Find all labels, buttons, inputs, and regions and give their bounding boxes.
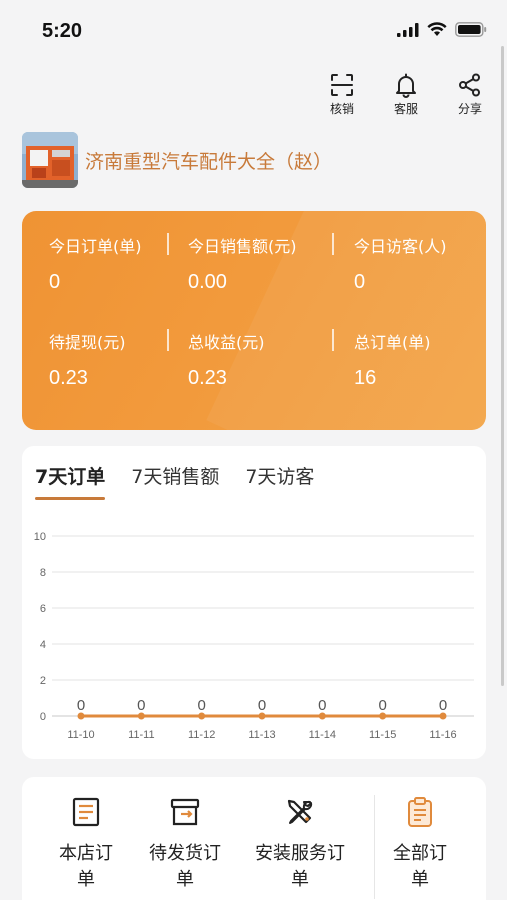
stat-label: 今日访客(人): [354, 237, 447, 256]
verify-button[interactable]: 核销: [323, 72, 361, 117]
stat-total-income[interactable]: 总收益(元) 0.23: [188, 329, 265, 390]
stat-pending-withdraw[interactable]: 待提现(元) 0.23: [49, 329, 126, 390]
x-tick-label: 11-11: [128, 729, 155, 741]
menu-pending-shipment[interactable]: 待发货订单: [145, 795, 225, 893]
status-icons: [397, 22, 487, 37]
menu-store-orders[interactable]: 本店订单: [56, 795, 116, 893]
y-tick-label: 6: [40, 603, 46, 615]
y-tick-label: 2: [40, 675, 46, 687]
tools-icon: [287, 799, 313, 824]
store-order-icon: [72, 797, 100, 827]
stat-label: 总收益(元): [188, 333, 265, 352]
stat-value: 16: [354, 367, 377, 389]
stat-label: 待提现(元): [49, 333, 126, 352]
stat-today-orders[interactable]: 今日订单(单) 0: [49, 233, 142, 294]
bell-icon: [396, 73, 416, 98]
data-label: 0: [137, 697, 145, 714]
stats-card: 今日订单(单) 0 今日销售额(元) 0.00 今日访客(人) 0 待提现(元)…: [22, 211, 486, 430]
y-tick-label: 8: [40, 567, 46, 579]
shop-avatar: [22, 132, 78, 188]
y-tick-label: 4: [40, 639, 46, 651]
stat-today-sales[interactable]: 今日销售额(元) 0.00: [188, 233, 297, 294]
menu-divider: [374, 795, 375, 899]
data-label: 0: [439, 697, 447, 714]
battery-icon: [455, 22, 487, 37]
stat-label: 今日销售额(元): [188, 237, 297, 256]
menu-label: 全部订单: [393, 843, 447, 890]
customer-service-label: 客服: [393, 102, 418, 116]
share-label: 分享: [457, 102, 482, 116]
verify-label: 核销: [329, 102, 354, 116]
menu-label: 本店订单: [59, 843, 113, 890]
shop-name: 济南重型汽车配件大全（赵）: [85, 150, 333, 173]
chart-card: 7天订单 7天销售额 7天访客 0 2 4 6 8 10 11-10 11-11 11-12 11…: [22, 446, 486, 759]
tab-7day-visitors[interactable]: 7天访客: [245, 462, 314, 500]
x-tick-label: 11-13: [248, 729, 275, 741]
orders-line-chart: 0 2 4 6 8 10 11-10 11-11 11-12 11-13 11-14 11-15 11-…: [34, 531, 474, 741]
status-bar: 5:20: [0, 0, 507, 60]
share-button[interactable]: 分享: [451, 72, 489, 117]
stat-today-visitors[interactable]: 今日访客(人) 0: [354, 233, 447, 294]
stat-label: 今日订单(单): [49, 237, 142, 256]
data-label: 0: [318, 697, 326, 714]
scrollbar[interactable]: [501, 46, 504, 686]
stat-value: 0: [49, 271, 61, 293]
stat-value: 0.23: [49, 367, 88, 389]
x-tick-label: 11-14: [309, 729, 336, 741]
stat-total-orders[interactable]: 总订单(单) 16: [354, 329, 431, 390]
pending-shipment-icon: [170, 798, 200, 826]
data-label: 0: [258, 697, 266, 714]
x-tick-label: 11-10: [67, 729, 94, 741]
share-icon: [459, 73, 480, 97]
x-tick-label: 11-16: [429, 729, 456, 741]
y-tick-label: 10: [34, 531, 46, 543]
status-time: 5:20: [42, 20, 83, 42]
stat-divider: [332, 329, 334, 351]
x-tick-label: 11-15: [369, 729, 396, 741]
top-actions: 核销 客服 分享: [323, 72, 489, 117]
x-tick-label: 11-12: [188, 729, 215, 741]
shop-header[interactable]: 济南重型汽车配件大全（赵）: [22, 132, 332, 188]
stat-divider: [167, 329, 169, 351]
menu-label: 安装服务订单: [255, 843, 345, 890]
tab-7day-orders[interactable]: 7天订单: [35, 462, 106, 500]
y-tick-label: 0: [40, 711, 46, 723]
menu-label: 待发货订单: [149, 843, 221, 890]
scan-icon: [331, 74, 353, 96]
menu-install-service[interactable]: 安装服务订单: [250, 795, 350, 893]
stat-value: 0.23: [188, 367, 227, 389]
order-menu-card: 本店订单 待发货订单 安装服务订单 全部订 单: [22, 777, 486, 900]
wifi-icon: [427, 22, 447, 36]
data-label: 0: [378, 697, 386, 714]
stat-divider: [167, 233, 169, 255]
chart-tabs: 7天订单 7天销售额 7天访客: [35, 462, 314, 500]
menu-all-orders[interactable]: 全部订单: [390, 795, 450, 893]
data-label: 0: [77, 697, 85, 714]
stat-value: 0: [354, 271, 366, 293]
stat-value: 0.00: [188, 271, 227, 293]
data-label: 0: [197, 697, 205, 714]
tab-7day-sales[interactable]: 7天销售额: [131, 462, 219, 500]
stat-divider: [332, 233, 334, 255]
customer-service-button[interactable]: 客服: [387, 72, 425, 117]
cellular-signal-icon: [397, 22, 419, 37]
clipboard-icon: [408, 797, 432, 827]
stat-label: 总订单(单): [354, 333, 431, 352]
